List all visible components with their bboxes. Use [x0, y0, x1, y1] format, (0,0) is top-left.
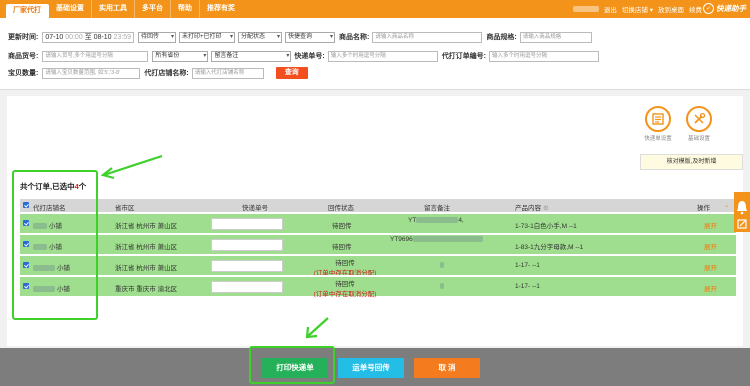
annotation-arrows [100, 154, 329, 339]
